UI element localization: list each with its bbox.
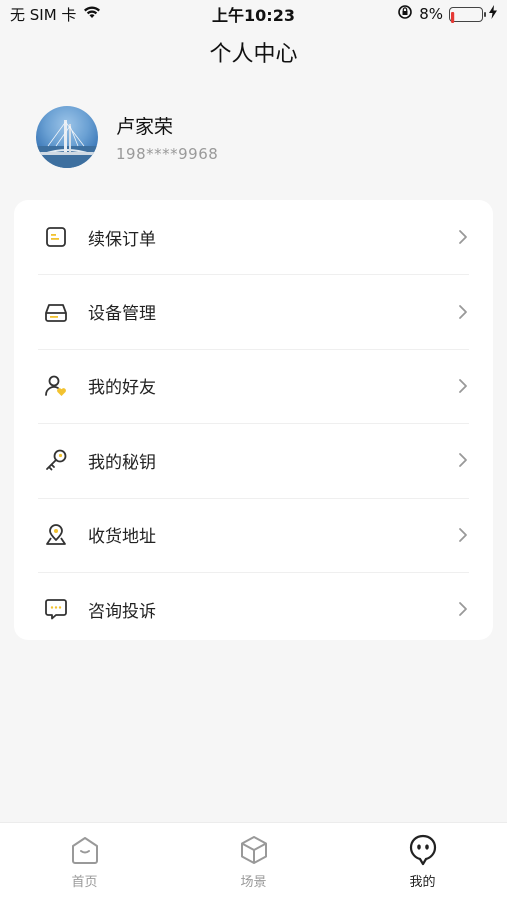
menu-item-label: 咨询投诉 bbox=[88, 601, 156, 622]
menu-item-consult-complaint[interactable]: 咨询投诉 bbox=[14, 571, 493, 646]
profile-header[interactable]: 卢家荣 198****9968 bbox=[36, 106, 218, 168]
tab-label: 场景 bbox=[240, 875, 267, 890]
avatar[interactable] bbox=[36, 106, 98, 168]
orientation-lock-icon bbox=[397, 4, 413, 24]
user-name: 卢家荣 bbox=[116, 115, 174, 138]
page-title: 个人中心 bbox=[209, 42, 298, 67]
battery-level bbox=[451, 9, 481, 23]
chevron-right-icon bbox=[455, 378, 471, 394]
tab-label: 我的 bbox=[409, 875, 436, 890]
menu-item-shipping-address[interactable]: 收货地址 bbox=[14, 497, 493, 572]
tab-mine[interactable]: 我的 bbox=[373, 833, 473, 890]
scene-cube-icon bbox=[237, 833, 271, 867]
menu-item-label: 我的秘钥 bbox=[88, 452, 156, 473]
status-left: 无 SIM 卡 bbox=[10, 4, 102, 25]
profile-info: 卢家荣 198****9968 bbox=[116, 112, 218, 163]
battery-icon bbox=[449, 6, 486, 23]
user-phone: 198****9968 bbox=[116, 144, 219, 163]
menu-item-label: 我的好友 bbox=[88, 378, 156, 399]
device-icon bbox=[44, 300, 68, 324]
chevron-right-icon bbox=[455, 601, 471, 617]
menu-item-label: 续保订单 bbox=[88, 229, 156, 250]
wifi-icon bbox=[82, 5, 102, 23]
status-right: 8% bbox=[397, 4, 497, 24]
friends-icon bbox=[44, 374, 68, 398]
charging-bolt-icon bbox=[489, 5, 497, 23]
tab-home[interactable]: 首页 bbox=[35, 833, 135, 890]
menu-item-label: 收货地址 bbox=[88, 527, 156, 548]
menu-item-renewal-orders[interactable]: 续保订单 bbox=[14, 200, 493, 274]
tab-scene[interactable]: 场景 bbox=[204, 833, 304, 890]
menu-item-device-management[interactable]: 设备管理 bbox=[14, 274, 493, 348]
location-icon bbox=[44, 523, 68, 547]
menu-item-label: 设备管理 bbox=[88, 304, 156, 325]
menu-card: 续保订单 设备管理 我的好友 我的秘钥 收货地址 咨询投诉 bbox=[14, 200, 493, 640]
key-icon bbox=[44, 448, 68, 472]
message-icon bbox=[44, 597, 68, 621]
chevron-right-icon bbox=[455, 304, 471, 320]
status-bar: 无 SIM 卡 上午10:23 8% bbox=[0, 0, 507, 28]
home-icon bbox=[68, 833, 102, 867]
chevron-right-icon bbox=[455, 229, 471, 245]
order-icon bbox=[44, 225, 68, 249]
chevron-right-icon bbox=[455, 527, 471, 543]
tab-label: 首页 bbox=[71, 875, 98, 890]
menu-item-my-friends[interactable]: 我的好友 bbox=[14, 348, 493, 423]
profile-face-icon bbox=[406, 833, 440, 867]
menu-item-my-keys[interactable]: 我的秘钥 bbox=[14, 423, 493, 497]
tab-bar: 首页 场景 我的 bbox=[0, 822, 507, 900]
battery-percent: 8% bbox=[419, 5, 443, 23]
chevron-right-icon bbox=[455, 452, 471, 468]
carrier-text: 无 SIM 卡 bbox=[10, 5, 77, 24]
